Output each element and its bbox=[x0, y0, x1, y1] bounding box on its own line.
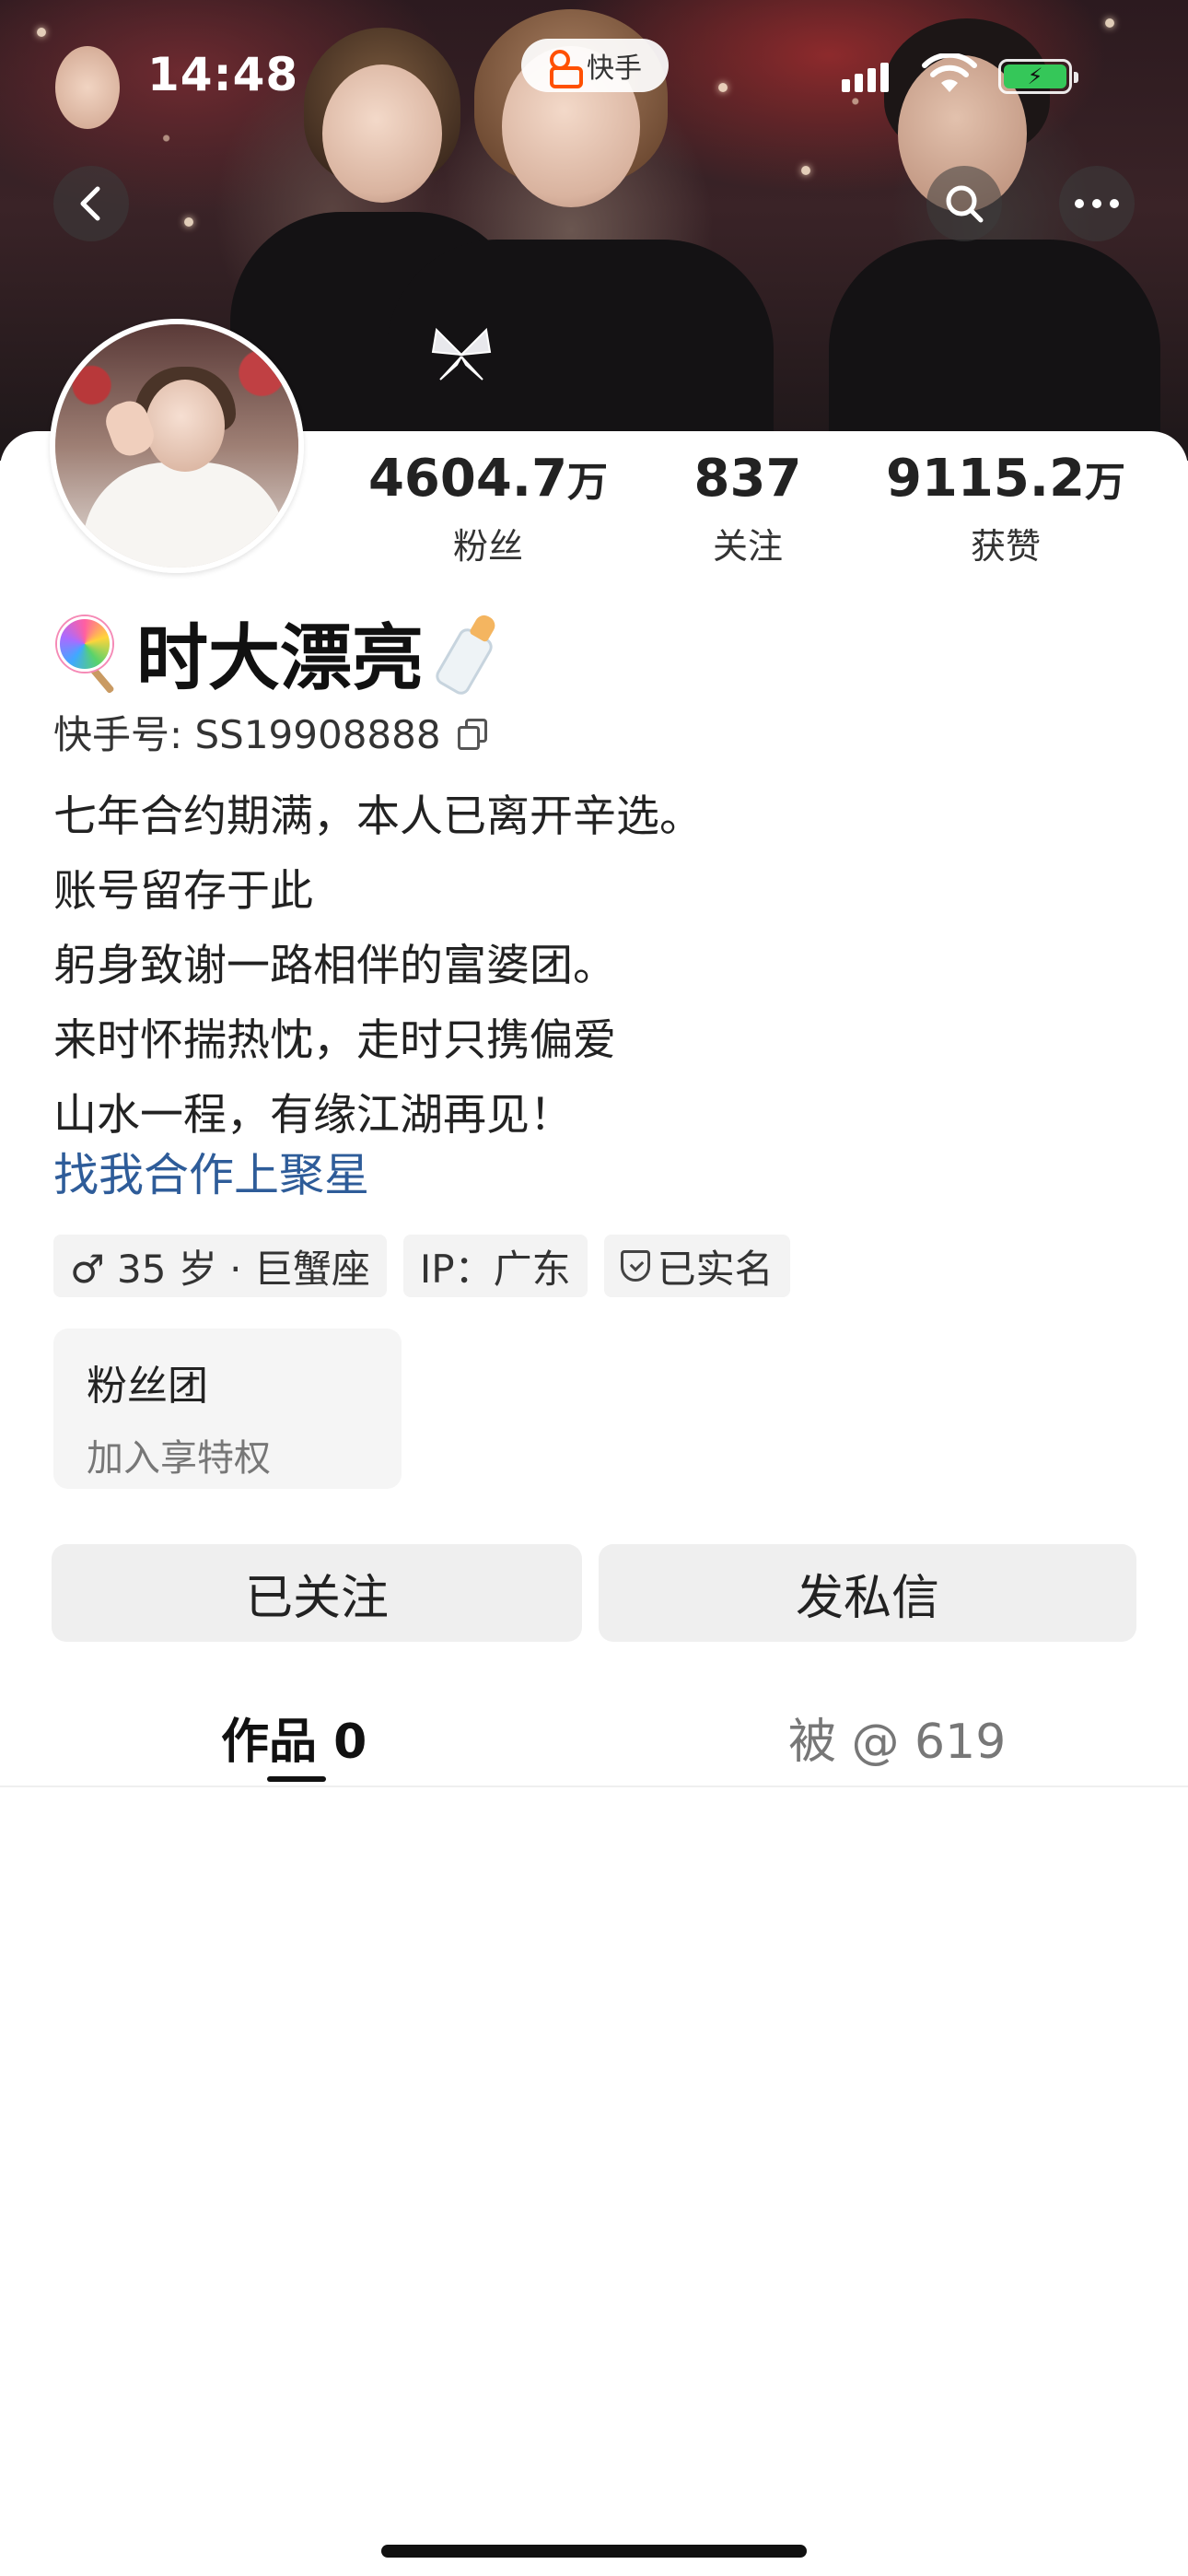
back-button[interactable] bbox=[53, 166, 129, 241]
bio: 七年合约期满，本人已离开辛选。 账号留存于此 躬身致谢一路相伴的富婆团。 来时怀… bbox=[53, 779, 703, 1153]
stat-likes-unit: 万 bbox=[1085, 459, 1126, 506]
stat-following[interactable]: 837 关注 bbox=[672, 453, 823, 568]
confetti-spark bbox=[184, 217, 193, 227]
confetti-spark bbox=[1105, 18, 1114, 28]
send-message-button[interactable]: 发私信 bbox=[599, 1544, 1136, 1642]
search-icon bbox=[946, 185, 984, 223]
more-button[interactable] bbox=[1059, 166, 1135, 241]
fan-club-card[interactable]: 粉丝团 加入享特权 bbox=[53, 1329, 402, 1489]
battery-fill: ⚡ bbox=[1004, 64, 1066, 88]
stat-likes[interactable]: 9115.2万 获赞 bbox=[884, 453, 1127, 568]
stat-following-number: 837 bbox=[693, 449, 802, 509]
more-dots-icon bbox=[1075, 199, 1119, 208]
charging-bolt-icon: ⚡ bbox=[1027, 64, 1043, 89]
kuaishou-id: 快手号: SS19908888 bbox=[53, 712, 441, 757]
confetti-spark bbox=[37, 28, 46, 37]
butterfly-brooch bbox=[431, 327, 492, 381]
verified-tag[interactable]: 已实名 bbox=[603, 1235, 790, 1297]
stat-following-label: 关注 bbox=[712, 526, 783, 567]
baby-bottle-emoji bbox=[427, 608, 516, 698]
verified-text: 已实名 bbox=[657, 1246, 774, 1292]
cellular-signal-icon bbox=[842, 63, 889, 92]
bio-line: 来时怀揣热忱，走时只携偏爱 bbox=[53, 1015, 616, 1066]
confetti-spark bbox=[718, 83, 728, 92]
ip-location-tag: IP：广东 bbox=[402, 1235, 588, 1297]
bio-line: 七年合约期满，本人已离开辛选。 bbox=[53, 791, 703, 842]
stat-fans-label: 粉丝 bbox=[452, 526, 523, 567]
cooperation-link[interactable]: 找我合作上聚星 bbox=[53, 1139, 369, 1204]
lollipop-emoji bbox=[53, 615, 129, 695]
profile-stats: 4604.7万 粉丝 837 关注 9115.2万 获赞 bbox=[0, 453, 1188, 573]
fan-club-subtitle: 加入享特权 bbox=[87, 1437, 271, 1480]
fan-club-title: 粉丝团 bbox=[87, 1363, 208, 1410]
copy-icon[interactable] bbox=[457, 718, 487, 750]
stat-fans-unit: 万 bbox=[567, 459, 609, 506]
age-zodiac-tag: ♂ 35 岁 · 巨蟹座 bbox=[53, 1235, 387, 1297]
wifi-icon bbox=[922, 53, 977, 92]
stat-likes-number: 9115.2 bbox=[885, 449, 1086, 509]
tab-mentions[interactable]: 被 @ 619 bbox=[788, 1703, 1006, 1772]
shield-check-icon bbox=[620, 1250, 650, 1282]
active-tab-indicator bbox=[267, 1776, 326, 1782]
app-switch-pill[interactable]: 快手 bbox=[521, 39, 669, 92]
cover-person-face bbox=[322, 64, 442, 203]
kuaishou-logo-icon bbox=[548, 50, 583, 88]
cover-right-suit bbox=[829, 240, 1160, 461]
search-button[interactable] bbox=[926, 166, 1002, 241]
stat-likes-label: 获赞 bbox=[970, 526, 1041, 567]
bio-line: 账号留存于此 bbox=[53, 866, 313, 917]
home-indicator[interactable] bbox=[381, 2545, 807, 2558]
app-name: 快手 bbox=[587, 53, 642, 85]
age-zodiac-text: ♂ 35 岁 · 巨蟹座 bbox=[70, 1246, 370, 1292]
followed-button[interactable]: 已关注 bbox=[52, 1544, 582, 1642]
content-tabs: 作品 0 被 @ 619 bbox=[0, 1692, 1188, 1787]
profile-name-row: 时大漂亮 bbox=[53, 606, 516, 700]
chevron-left-icon bbox=[80, 186, 100, 221]
tab-works[interactable]: 作品 0 bbox=[221, 1703, 367, 1772]
bio-line: 躬身致谢一路相伴的富婆团。 bbox=[53, 941, 616, 991]
profile-name: 时大漂亮 bbox=[136, 617, 425, 700]
status-time: 14:48 bbox=[147, 48, 299, 101]
stat-fans[interactable]: 4604.7万 粉丝 bbox=[367, 453, 610, 568]
ip-location-text: IP：广东 bbox=[419, 1246, 571, 1292]
battery-icon: ⚡ bbox=[998, 59, 1078, 94]
cover-waving-hand bbox=[55, 46, 120, 129]
profile-tags: ♂ 35 岁 · 巨蟹座 IP：广东 已实名 bbox=[53, 1235, 790, 1297]
stat-fans-number: 4604.7 bbox=[367, 449, 568, 509]
kuaishou-id-row: 快手号: SS19908888 bbox=[53, 704, 487, 760]
confetti-spark bbox=[801, 166, 810, 175]
